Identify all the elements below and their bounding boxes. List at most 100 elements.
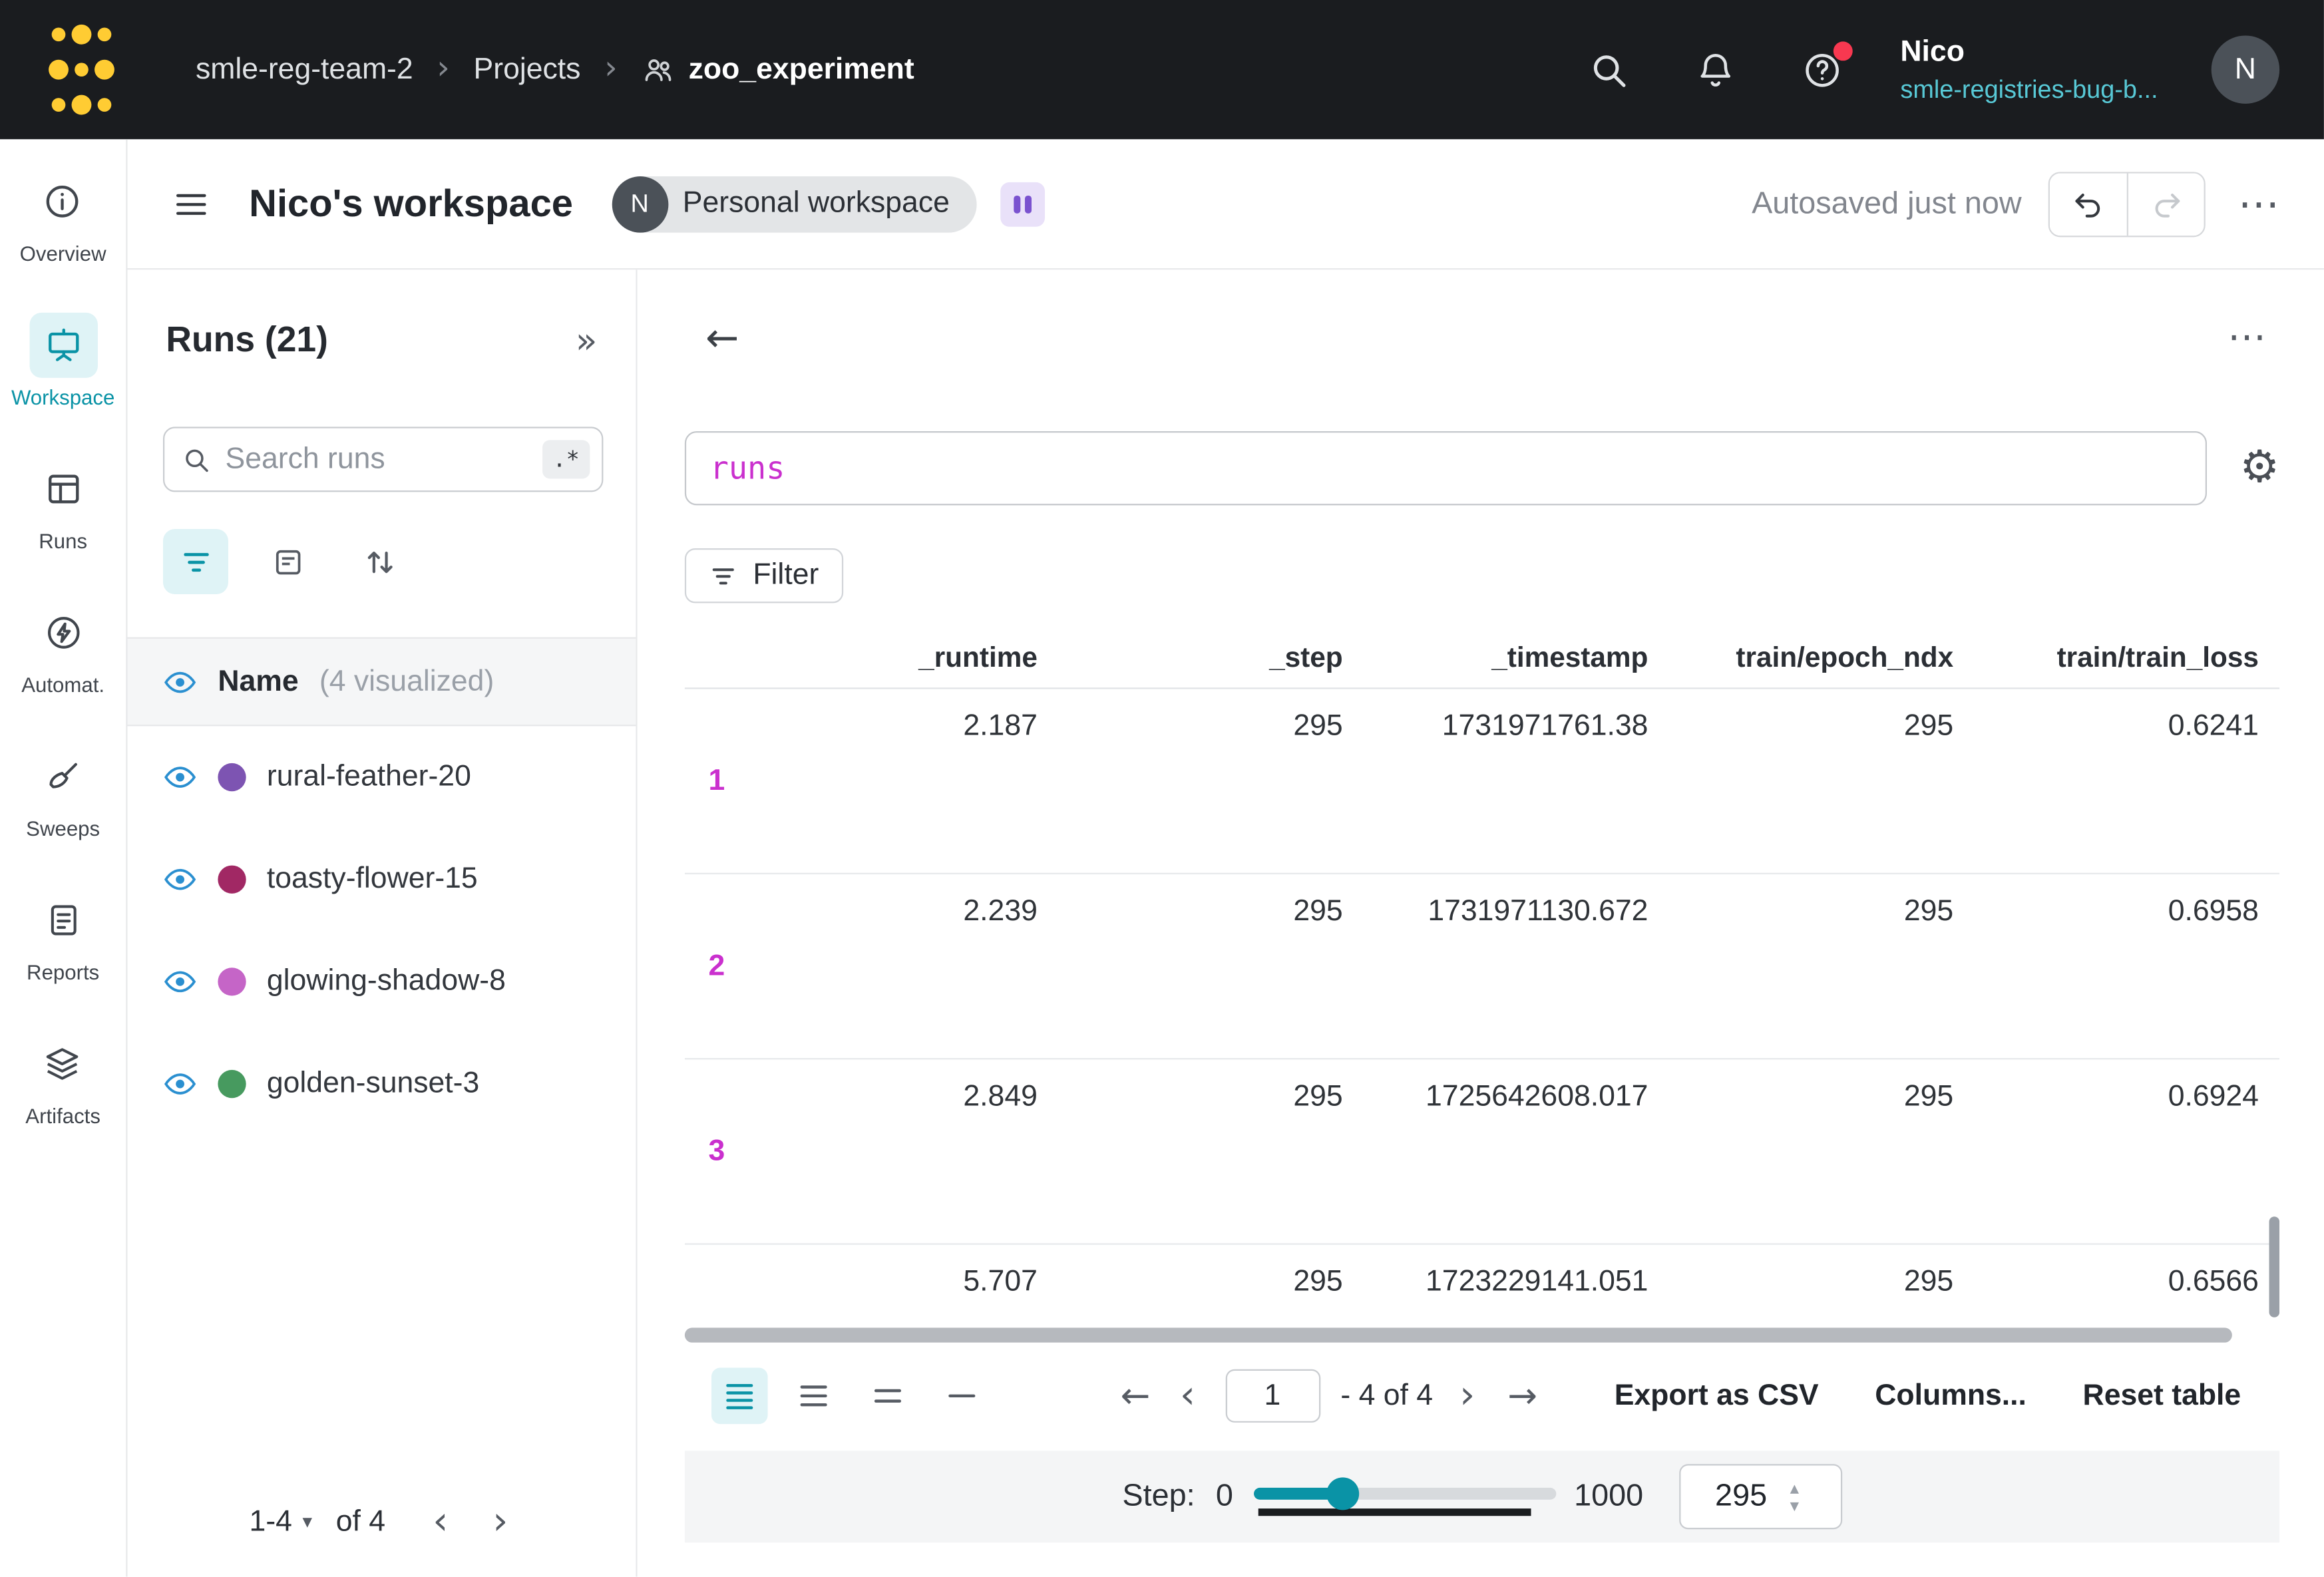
personal-workspace-badge[interactable]: N Personal workspace [612,176,976,232]
column-header[interactable]: _timestamp [1364,642,1669,675]
runs-page-range: 1-4 [250,1505,292,1539]
user-avatar[interactable]: N [2212,35,2279,103]
table-cell: 295 [1669,874,1975,1058]
autosave-status: Autosaved just now [1752,186,2022,221]
gear-icon[interactable]: ⚙ [2239,446,2279,490]
collapse-panel-icon[interactable]: » [576,323,598,358]
column-header[interactable]: train/epoch_ndx [1669,642,1975,675]
row-height-compact-icon[interactable] [711,1368,768,1425]
row-index[interactable]: 2 [685,874,753,1058]
spinner-up-icon[interactable]: ▴ [1790,1479,1799,1497]
step-slider-range-bar [1259,1508,1531,1516]
notifications-bell-icon[interactable] [1693,47,1738,92]
row-height-tall-icon[interactable] [860,1368,916,1425]
export-csv-button[interactable]: Export as CSV [1615,1379,1819,1413]
runs-table-panel: ← ⋯ ⚙ Filter [638,269,2324,1576]
column-header[interactable]: train/train_loss [1974,642,2279,675]
workspace-more-icon[interactable]: ⋯ [2238,183,2279,224]
spinner-down-icon[interactable]: ▾ [1790,1496,1799,1514]
query-input[interactable] [710,450,2182,486]
row-index[interactable]: 4 [685,1245,753,1323]
visibility-eye-icon[interactable] [163,862,197,896]
breadcrumb-projects[interactable]: Projects [474,53,581,87]
sidebar-item-sweeps[interactable]: Sweeps [26,744,100,840]
help-icon[interactable] [1800,47,1844,92]
run-list-item[interactable]: rural-feather-20 [128,726,636,828]
redo-button[interactable] [2127,172,2204,235]
prev-page-icon[interactable]: ‹ [1171,1377,1205,1415]
user-org-link[interactable]: smle-registries-bug-b... [1900,75,2158,104]
undo-button[interactable] [2050,172,2127,235]
sidebar-item-reports[interactable]: Reports [27,888,99,984]
row-height-medium-icon[interactable] [785,1368,842,1425]
panel-layout-icon[interactable] [1000,182,1045,226]
run-display-settings-button[interactable] [255,529,320,594]
panel-more-icon[interactable]: ⋯ [2227,319,2267,357]
breadcrumb-project[interactable]: zoo_experiment [641,53,914,87]
column-header[interactable]: _step [1058,642,1364,675]
sidebar-label: Overview [20,242,106,265]
project-sidebar: Overview Workspace Runs [0,139,128,1576]
sidebar-label: Sweeps [26,816,100,840]
run-list-item[interactable]: glowing-shadow-8 [128,931,636,1033]
first-page-icon[interactable]: ← [1111,1378,1159,1413]
table-row[interactable]: 4 5.707 295 1723229141.051 295 0.6566 [685,1245,2279,1323]
regex-toggle[interactable]: .* [542,440,590,478]
user-menu[interactable]: Nico smle-registries-bug-b... [1900,35,2158,104]
table-body: 1 2.187 295 1731971761.38 295 0.6241 2 2… [685,689,2279,1323]
wandb-logo-icon[interactable] [47,22,115,117]
run-list-item[interactable]: golden-sunset-3 [128,1033,636,1135]
row-index[interactable]: 3 [685,1059,753,1243]
visibility-eye-icon[interactable] [163,1067,197,1101]
sidebar-item-runs[interactable]: Runs [29,456,97,553]
reset-table-button[interactable]: Reset table [2083,1379,2241,1413]
page-number-input[interactable] [1225,1369,1320,1423]
back-arrow-icon[interactable]: ← [705,318,739,358]
vertical-scrollbar[interactable] [2269,1216,2280,1317]
sidebar-item-artifacts[interactable]: Artifacts [25,1031,100,1128]
search-icon [182,445,210,473]
columns-button[interactable]: Columns... [1875,1379,2027,1413]
search-icon[interactable] [1586,47,1631,92]
horizontal-scrollbar-thumb[interactable] [685,1327,2231,1342]
run-name[interactable]: glowing-shadow-8 [267,965,506,999]
runs-search-input[interactable] [226,442,528,476]
table-row[interactable]: 3 2.849 295 1725642608.017 295 0.6924 [685,1059,2279,1244]
row-index[interactable]: 1 [685,689,753,873]
visibility-eye-icon[interactable] [163,760,197,794]
sidebar-item-workspace[interactable]: Workspace [11,313,114,409]
run-name[interactable]: rural-feather-20 [267,760,471,794]
top-navbar: smle-reg-team-2 › Projects › zoo_experim… [0,0,2324,139]
row-height-extra-tall-icon[interactable] [934,1368,990,1425]
filter-label: Filter [753,559,819,593]
runs-next-page-icon[interactable]: › [486,1502,514,1541]
next-page-icon[interactable]: › [1451,1377,1484,1415]
step-slider-knob[interactable] [1327,1477,1360,1510]
table-row[interactable]: 2 2.239 295 1731971130.672 295 0.6958 [685,874,2279,1059]
sort-runs-button[interactable] [347,529,412,594]
step-slider[interactable] [1254,1477,1556,1516]
sidebar-item-overview[interactable]: Overview [20,169,106,265]
visibility-eye-icon[interactable] [163,665,197,699]
runs-table-icon [29,456,97,522]
run-name[interactable]: toasty-flower-15 [267,862,478,896]
filter-button[interactable]: Filter [685,548,844,603]
column-header[interactable]: _runtime [753,642,1058,675]
runs-prev-page-icon[interactable]: ‹ [427,1502,454,1541]
hamburger-menu-icon[interactable] [169,182,214,226]
sidebar-item-automations[interactable]: Automat. [21,600,104,697]
visibility-eye-icon[interactable] [163,965,197,999]
sidebar-label: Workspace [11,385,114,409]
runs-page-size-dropdown[interactable]: 1-4 ▾ [250,1505,313,1539]
step-value-input[interactable] [1680,1479,1787,1514]
runs-list-header[interactable]: Name (4 visualized) [128,637,636,727]
table-row[interactable]: 1 2.187 295 1731971761.38 295 0.6241 [685,689,2279,874]
last-page-icon[interactable]: → [1499,1378,1547,1413]
filter-runs-button[interactable] [163,529,228,594]
table-cell: 1723229141.051 [1364,1245,1669,1323]
table-cell: 295 [1669,689,1975,873]
table-cell: 2.239 [753,874,1058,1058]
run-name[interactable]: golden-sunset-3 [267,1067,479,1101]
breadcrumb-team[interactable]: smle-reg-team-2 [196,53,413,87]
run-list-item[interactable]: toasty-flower-15 [128,828,636,931]
